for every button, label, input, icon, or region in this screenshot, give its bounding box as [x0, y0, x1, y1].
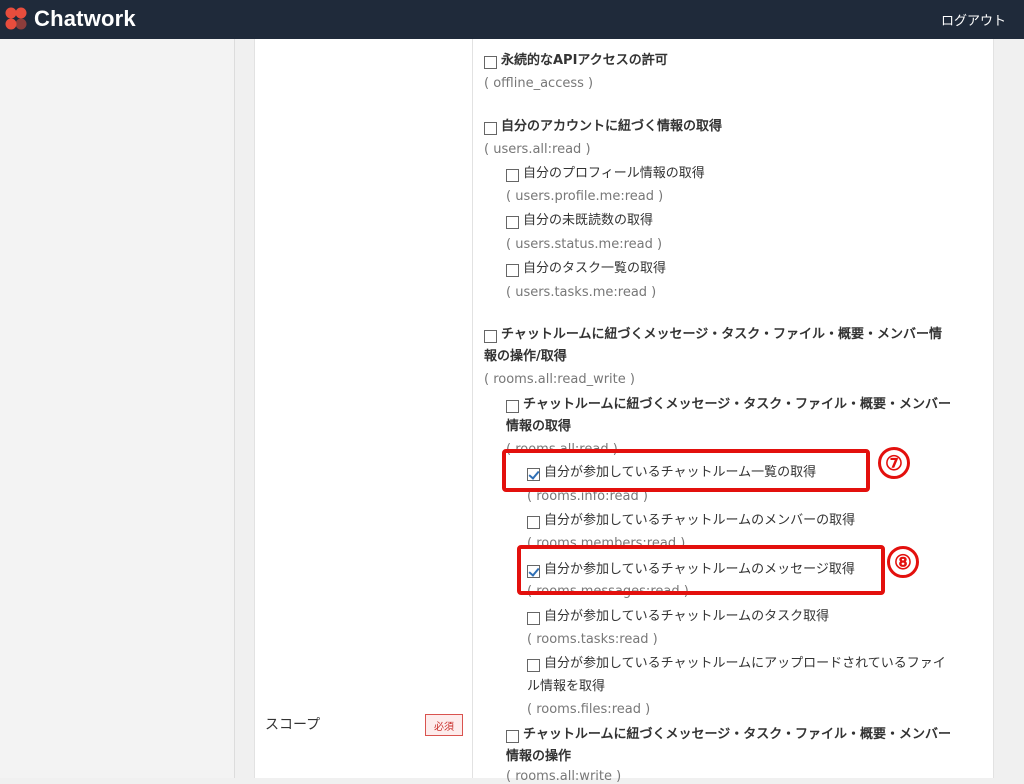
checkbox[interactable] [484, 122, 497, 135]
scope-code: ( users.status.me:read ) [506, 237, 663, 252]
scope-label-continued: 情報の取得 [506, 419, 572, 434]
checkbox[interactable] [506, 730, 519, 743]
checkbox[interactable] [506, 169, 519, 182]
annotation-badge-7: ⑦ [878, 447, 910, 479]
scope-field-label: スコープ [265, 717, 321, 733]
highlight-box-8 [517, 545, 885, 595]
scope-item-rooms-members-read[interactable]: 自分が参加しているチャットルームのメンバーの取得 [527, 513, 856, 531]
scope-code: ( users.tasks.me:read ) [506, 285, 657, 300]
chatwork-logo-icon [2, 6, 32, 32]
scope-label-continued: 報の操作/取得 [484, 349, 567, 364]
top-bar: Chatwork ログアウト [0, 0, 1024, 39]
brand-name: Chatwork [34, 6, 136, 31]
checkbox[interactable] [484, 330, 497, 343]
logout-link[interactable]: ログアウト [941, 10, 1006, 29]
form-label-column [255, 39, 473, 778]
scope-item-users-status-read[interactable]: 自分の未既読数の取得 [506, 213, 654, 231]
scope-label: チャットルームに紐づくメッセージ・タスク・ファイル・概要・メンバー情 [501, 327, 942, 342]
scope-code: ( rooms.tasks:read ) [527, 632, 658, 647]
scope-code: ( users.profile.me:read ) [506, 189, 664, 204]
scope-item-rooms-all-read[interactable]: チャットルームに紐づくメッセージ・タスク・ファイル・概要・メンバー [506, 397, 981, 415]
scope-label: 永続的なAPIアクセスの許可 [501, 53, 668, 68]
chatwork-logo[interactable]: Chatwork [2, 6, 136, 32]
sidebar [0, 39, 235, 778]
checkbox[interactable] [527, 659, 540, 672]
checkbox[interactable] [484, 56, 497, 69]
scope-label-line2: 情報の取得 [506, 419, 572, 437]
scope-item-users-all-read[interactable]: 自分のアカウントに紐づく情報の取得 [484, 119, 723, 137]
scope-item-rooms-tasks-read[interactable]: 自分が参加しているチャットルームのタスク取得 [527, 609, 830, 627]
scope-code: ( rooms.all:write ) [506, 769, 622, 784]
scope-label: 自分の未既読数の取得 [523, 213, 654, 228]
scope-item-offline-access[interactable]: 永続的なAPIアクセスの許可 [484, 53, 668, 71]
scope-label-continued: 情報の操作 [506, 749, 572, 764]
scope-code: ( rooms.files:read ) [527, 702, 651, 717]
checkbox[interactable] [506, 264, 519, 277]
scope-label: 自分が参加しているチャットルームのタスク取得 [544, 609, 830, 624]
scope-item-users-profile-read[interactable]: 自分のプロフィール情報の取得 [506, 166, 705, 184]
scope-label-line2: 報の操作/取得 [484, 349, 567, 367]
checkbox[interactable] [527, 516, 540, 529]
scope-label: 自分のアカウントに紐づく情報の取得 [501, 119, 723, 134]
scope-label: 自分のタスク一覧の取得 [523, 261, 667, 276]
scope-label-continued: ル情報を取得 [527, 679, 606, 694]
highlight-box-7 [502, 449, 870, 492]
checkbox[interactable] [506, 400, 519, 413]
scope-label: 自分が参加しているチャットルームにアップロードされているファイ [544, 656, 946, 671]
scope-code: ( rooms.all:read_write ) [484, 372, 635, 387]
scope-label: チャットルームに紐づくメッセージ・タスク・ファイル・概要・メンバー [523, 727, 951, 742]
scope-code: ( users.all:read ) [484, 142, 591, 157]
checkbox[interactable] [506, 216, 519, 229]
required-badge: 必須 [425, 714, 463, 736]
annotation-badge-8: ⑧ [887, 546, 919, 578]
scope-item-rooms-files-read[interactable]: 自分が参加しているチャットルームにアップロードされているファイ [527, 656, 982, 674]
scope-label: 自分が参加しているチャットルームのメンバーの取得 [544, 513, 856, 528]
scope-item-rooms-all-read-write[interactable]: チャットルームに紐づくメッセージ・タスク・ファイル・概要・メンバー情 [484, 327, 979, 345]
checkbox[interactable] [527, 612, 540, 625]
scope-code: ( offline_access ) [484, 76, 594, 91]
scope-item-rooms-all-write[interactable]: チャットルームに紐づくメッセージ・タスク・ファイル・概要・メンバー [506, 727, 981, 745]
scope-label: チャットルームに紐づくメッセージ・タスク・ファイル・概要・メンバー [523, 397, 951, 412]
scope-label-line2: 情報の操作 [506, 749, 572, 767]
scope-label: 自分のプロフィール情報の取得 [523, 166, 705, 181]
scope-item-users-tasks-read[interactable]: 自分のタスク一覧の取得 [506, 261, 667, 279]
scope-label-line2: ル情報を取得 [527, 679, 606, 697]
